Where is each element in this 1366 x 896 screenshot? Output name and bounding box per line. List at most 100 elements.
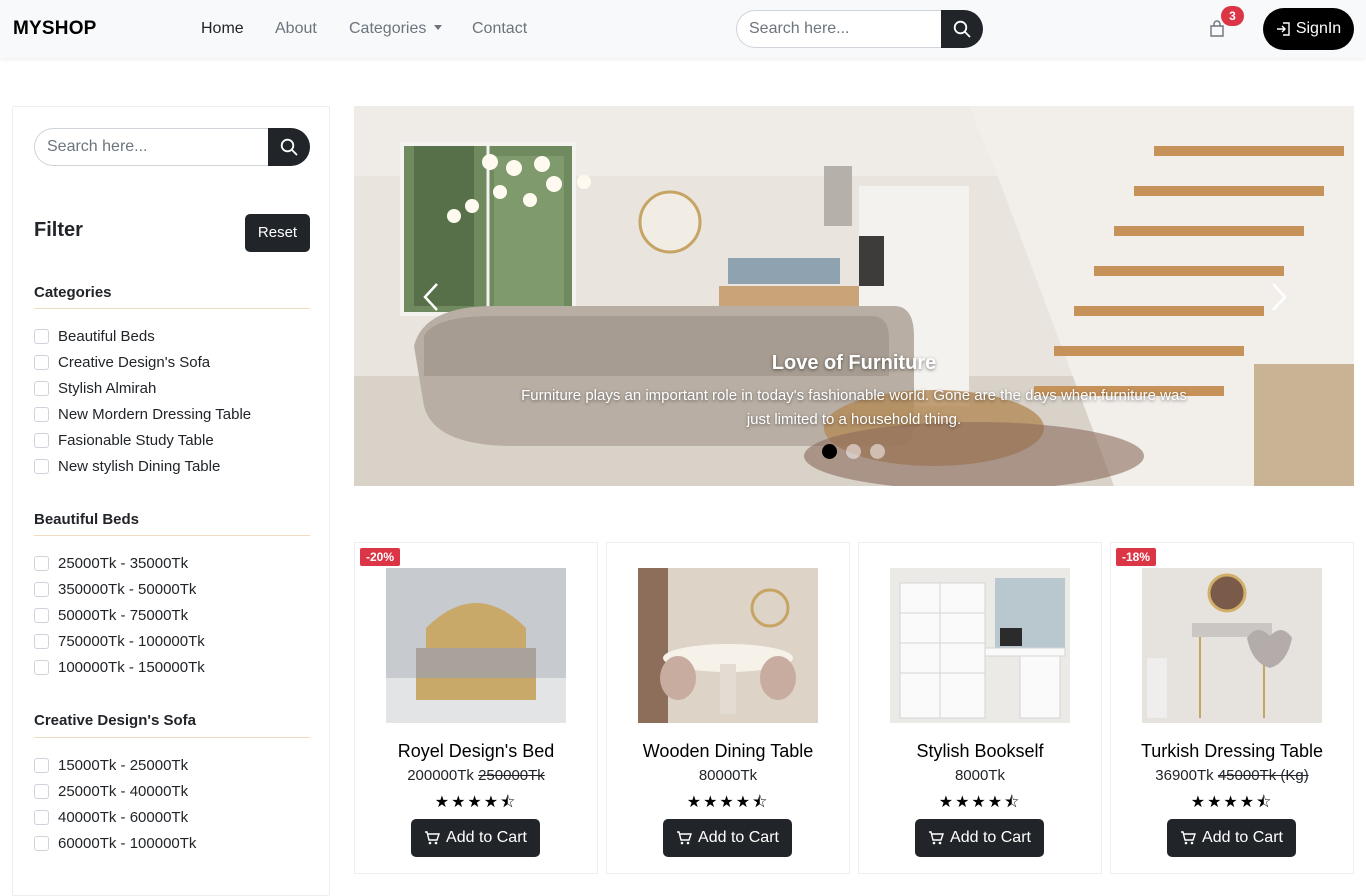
checkbox-item[interactable]: New stylish Dining Table bbox=[34, 453, 251, 479]
checkbox-item[interactable]: 100000Tk - 150000Tk bbox=[34, 654, 205, 680]
rating-stars-icon: ★★★★⯪ bbox=[1190, 794, 1274, 811]
old-price: 45000Tk (Kg) bbox=[1217, 767, 1309, 784]
product-name[interactable]: Turkish Dressing Table bbox=[1111, 741, 1353, 762]
product-name[interactable]: Royel Design's Bed bbox=[355, 741, 597, 762]
checkbox[interactable] bbox=[34, 581, 49, 597]
checkbox[interactable] bbox=[34, 380, 49, 396]
checkbox-item[interactable]: 750000Tk - 100000Tk bbox=[34, 628, 205, 654]
brand-logo[interactable]: MYSHOP bbox=[13, 18, 97, 40]
checkbox[interactable] bbox=[34, 458, 49, 474]
add-to-cart-label: Add to Cart bbox=[698, 829, 779, 846]
checkbox[interactable] bbox=[34, 835, 49, 851]
checkbox[interactable] bbox=[34, 432, 49, 448]
carousel-indicator[interactable] bbox=[822, 444, 837, 459]
add-to-cart-button[interactable]: Add to Cart bbox=[915, 819, 1044, 857]
checkbox-item[interactable]: Creative Design's Sofa bbox=[34, 349, 251, 375]
add-to-cart-label: Add to Cart bbox=[950, 829, 1031, 846]
checkbox-label: 60000Tk - 100000Tk bbox=[58, 834, 197, 852]
product-name[interactable]: Wooden Dining Table bbox=[607, 741, 849, 762]
product-price: 36900Tk 45000Tk (Kg) bbox=[1111, 767, 1353, 784]
carousel-indicator[interactable] bbox=[846, 444, 861, 459]
chevron-down-icon bbox=[434, 25, 443, 30]
checkbox[interactable] bbox=[34, 354, 49, 370]
checkbox-item[interactable]: Fasionable Study Table bbox=[34, 427, 251, 453]
filter-sidebar: Search here... Filter Reset Categories B… bbox=[12, 106, 330, 896]
checkbox-label: New stylish Dining Table bbox=[58, 457, 221, 475]
login-icon bbox=[1276, 22, 1290, 36]
checkbox-item[interactable]: 350000Tk - 50000Tk bbox=[34, 576, 205, 602]
current-price: 80000Tk bbox=[698, 767, 758, 784]
checkbox[interactable] bbox=[34, 555, 49, 571]
checkbox[interactable] bbox=[34, 809, 49, 825]
checkbox[interactable] bbox=[34, 757, 49, 773]
checkbox-label: 750000Tk - 100000Tk bbox=[58, 632, 205, 650]
checkbox-item[interactable]: 15000Tk - 25000Tk bbox=[34, 752, 196, 778]
product-card: -18% Turkish Dressing Table 36900Tk 4500… bbox=[1110, 542, 1354, 874]
checkbox[interactable] bbox=[34, 406, 49, 422]
sidebar-search-input[interactable]: Search here... bbox=[34, 128, 268, 166]
old-price: 250000Tk bbox=[478, 767, 545, 784]
checkbox-item[interactable]: 50000Tk - 75000Tk bbox=[34, 602, 205, 628]
checkbox-item[interactable]: Beautiful Beds bbox=[34, 323, 251, 349]
current-price: 36900Tk bbox=[1155, 767, 1214, 784]
carousel-title: Love of Furniture bbox=[771, 352, 937, 374]
checkbox-label: Creative Design's Sofa bbox=[58, 353, 211, 371]
carousel-next-icon[interactable] bbox=[1270, 282, 1288, 312]
checkbox-label: 350000Tk - 50000Tk bbox=[58, 580, 197, 598]
category-checkbox-list: Beautiful Beds Creative Design's Sofa St… bbox=[34, 323, 251, 479]
nav-home[interactable]: Home bbox=[201, 20, 244, 38]
product-card: Stylish Bookself 8000Tk ★★★★⯪ Add to Car… bbox=[858, 542, 1102, 874]
current-price: 8000Tk bbox=[954, 767, 1006, 784]
product-name[interactable]: Stylish Bookself bbox=[859, 741, 1101, 762]
sidebar-search-button[interactable] bbox=[268, 128, 310, 166]
checkbox[interactable] bbox=[34, 607, 49, 623]
add-to-cart-label: Add to Cart bbox=[1202, 829, 1283, 846]
add-to-cart-button[interactable]: Add to Cart bbox=[1167, 819, 1296, 857]
checkbox-label: 15000Tk - 25000Tk bbox=[58, 756, 189, 774]
product-card: Wooden Dining Table 80000Tk ★★★★⯪ Add to… bbox=[606, 542, 850, 874]
checkbox-item[interactable]: Stylish Almirah bbox=[34, 375, 251, 401]
checkbox-item[interactable]: 25000Tk - 40000Tk bbox=[34, 778, 196, 804]
checkbox-label: New Mordern Dressing Table bbox=[58, 405, 252, 423]
cart-icon bbox=[1181, 831, 1197, 845]
product-price: 200000Tk 250000Tk bbox=[355, 767, 597, 784]
add-to-cart-button[interactable]: Add to Cart bbox=[663, 819, 792, 857]
signin-button[interactable]: SignIn bbox=[1263, 8, 1354, 50]
header-search: Search here... bbox=[736, 10, 983, 48]
search-icon bbox=[953, 20, 971, 38]
checkbox-item[interactable]: 25000Tk - 35000Tk bbox=[34, 550, 205, 576]
divider bbox=[34, 737, 310, 738]
checkbox-label: 25000Tk - 35000Tk bbox=[58, 554, 189, 572]
header-search-button[interactable] bbox=[941, 10, 983, 48]
header-search-input[interactable]: Search here... bbox=[736, 10, 941, 48]
carousel-indicator[interactable] bbox=[870, 444, 885, 459]
signin-label: SignIn bbox=[1295, 20, 1342, 37]
sidebar-search: Search here... bbox=[34, 128, 310, 166]
carousel-text: Furniture plays an important role in tod… bbox=[521, 387, 1187, 428]
checkbox-item[interactable]: New Mordern Dressing Table bbox=[34, 401, 251, 427]
carousel-prev-icon[interactable] bbox=[422, 282, 440, 312]
sofa-price-checkbox-list: 15000Tk - 25000Tk 25000Tk - 40000Tk 4000… bbox=[34, 752, 196, 856]
checkbox-label: 25000Tk - 40000Tk bbox=[58, 782, 189, 800]
rating-stars-icon: ★★★★⯪ bbox=[434, 794, 518, 811]
discount-badge: -18% bbox=[1116, 548, 1157, 566]
nav-categories-label: Categories bbox=[349, 20, 427, 37]
cart-icon bbox=[425, 831, 441, 845]
discount-badge: -20% bbox=[360, 548, 401, 566]
add-to-cart-button[interactable]: Add to Cart bbox=[411, 819, 540, 857]
nav-categories[interactable]: Categories bbox=[349, 20, 443, 38]
hero-carousel: Love of Furniture Furniture plays an imp… bbox=[354, 106, 1354, 486]
filter-title: Filter bbox=[34, 219, 83, 241]
rating-stars-icon: ★★★★⯪ bbox=[686, 794, 770, 811]
reset-button[interactable]: Reset bbox=[245, 214, 310, 252]
checkbox[interactable] bbox=[34, 783, 49, 799]
product-price: 80000Tk bbox=[607, 767, 849, 784]
nav-contact[interactable]: Contact bbox=[472, 20, 527, 38]
checkbox[interactable] bbox=[34, 328, 49, 344]
checkbox-item[interactable]: 60000Tk - 100000Tk bbox=[34, 830, 196, 856]
product-image bbox=[386, 568, 566, 723]
checkbox-item[interactable]: 40000Tk - 60000Tk bbox=[34, 804, 196, 830]
nav-about[interactable]: About bbox=[275, 20, 317, 38]
checkbox[interactable] bbox=[34, 633, 49, 649]
checkbox[interactable] bbox=[34, 659, 49, 675]
